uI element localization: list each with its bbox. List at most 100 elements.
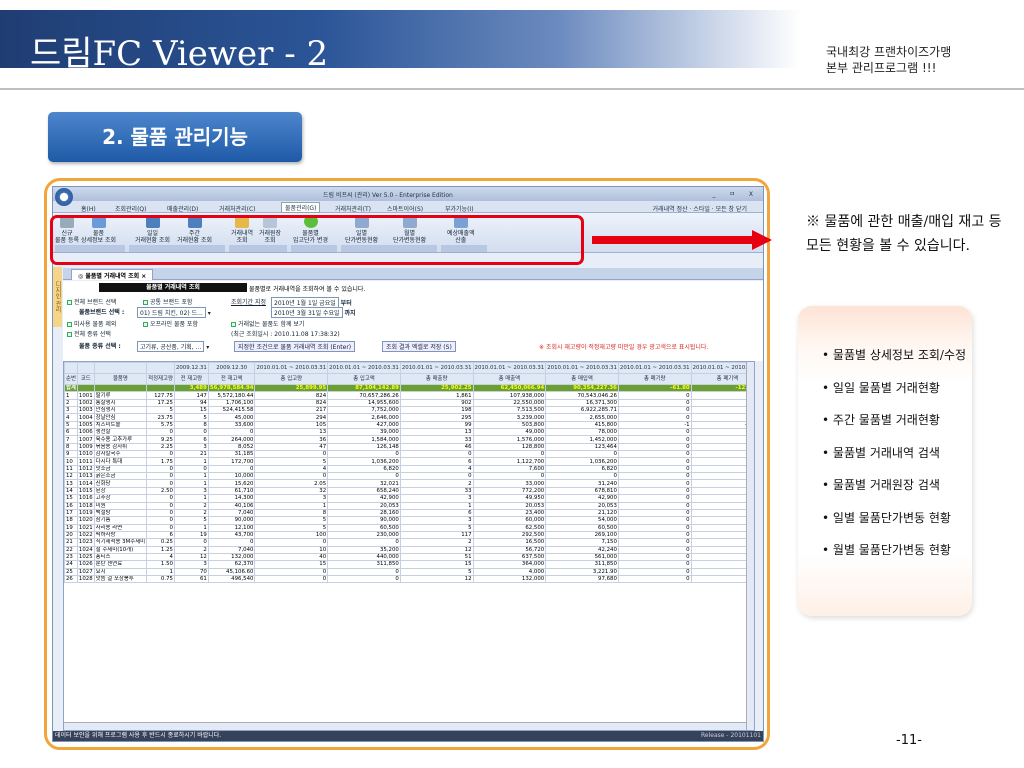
table-row[interactable]: 251027요지17045,106.600054,0003,221.900039… [64,567,754,576]
menu-right-items[interactable]: 거래내역 정산 · 스타일 · 모든 창 닫기 [653,204,747,213]
table-cell: 198 [399,406,474,415]
table-cell: 5,572,180.44 [207,391,256,400]
table-cell: 0 [327,450,401,459]
exclude-unused-checkbox[interactable]: 미사용 물품 제외 [67,319,116,328]
table-cell: 32 [254,486,329,496]
brand-label: 물품브랜드 선택 : [79,309,125,316]
menu-item[interactable]: 거래처관리(T) [335,204,371,213]
table-row[interactable]: 8 1009 볶음용 감자튀 2.25 3 8,052 47 126,148 46 128,800… [64,442,754,452]
table-cell: 1.75 [146,457,175,466]
table-cell: 0 [399,450,474,459]
table-cell: 0 [146,523,175,532]
table-row[interactable]: 10 1011 다시다 특대 1.75 1 172,700 5 1,036,200 6 1,122… [64,457,754,466]
table-cell: 0 [617,457,692,466]
column-header[interactable]: 총 매출액 [472,373,547,385]
table-cell: 78,000 [545,428,619,437]
table-cell: 0 [173,464,209,474]
column-header[interactable]: 총 입고량 [254,373,329,385]
app-logo-icon[interactable] [55,188,73,206]
table-cell: 0 [617,479,692,488]
side-panel-tab[interactable]: 디지인 관리 [53,267,62,327]
export-excel-button[interactable]: 조회 결과 엑셀로 저장 (S) [379,341,456,352]
table-cell: 맛뜸 걸 포장봉투 [93,574,148,584]
column-header[interactable]: 총 매출량 [399,373,474,385]
table-cell: 21,120 [545,508,619,518]
table-cell: 14 [64,486,78,496]
table-cell: 통살생지 [93,398,148,408]
table-row[interactable]: 26 1028 맛뜸 걸 포장봉투 0.75 61 496,540 0 0 12 132,000 9… [64,574,754,584]
column-header[interactable]: 총 매입액 [545,373,619,385]
table-row[interactable]: 20 1022 떡하사랑 6 19 43,700 100 230,000 117 292,500 2… [64,530,754,540]
table-row[interactable]: 151016고추장0114,300342,900349,95042,900001… [64,494,754,503]
table-row[interactable]: 111012맛소금00046,82047,6006,8200011,705 [64,464,754,474]
vertical-scrollbar[interactable] [746,362,754,730]
table-row[interactable]: 19 1021 사리용 라면 0 1 12,100 5 60,500 5 62,500 60,500… [64,523,754,532]
tab-item-trade-history[interactable]: ◎ 물품별 거래내역 조회 × [71,269,154,280]
offline-items-checkbox[interactable]: 오프라인 물품 포함 [143,319,198,328]
table-cell: 415,800 [545,420,619,430]
column-header[interactable]: 순번 [64,373,78,385]
table-row[interactable]: 7 1007 육수용 고추가루 9.25 6 264,000 36 1,584,000 33 1,… [64,435,754,444]
menu-item[interactable]: 매출관리(D) [167,204,198,213]
column-header[interactable]: 총 폐기량 [617,373,692,385]
table-cell: 0 [207,464,256,474]
column-header[interactable]: 적정재고량 [146,373,175,385]
table-row[interactable]: 181020참기름0590,000590,000360,00054,000004… [64,516,754,525]
table-cell: 1009 [76,442,95,452]
table-row[interactable]: 171019백설탕027,040828,160623,40021,1200041… [64,508,754,518]
table-cell: 126,148 [327,442,401,452]
table-row[interactable]: 23 1025 퐁티스 4 12 132,000 40 440,000 51 637,500 561… [64,552,754,562]
menu-item[interactable]: 조회관리(Q) [115,204,147,213]
table-row[interactable]: 24 1026 분탄 센연료 1.50 3 62,370 15 311,850 15 364,00… [64,560,754,569]
table-row[interactable]: 4 1004 장날안심 23.75 5 45,000 294 2,646,000 295 3,23… [64,413,754,422]
table-row[interactable]: 211023식기세척용 3M수세미0.250000216,5007,150004… [64,538,754,547]
table-cell: 5.75 [146,420,175,430]
total-cell: 62,450,066.94 [472,383,547,393]
common-brand-checkbox[interactable]: 공통 브랜드 포함 [143,297,192,306]
table-cell: 20,053 [327,501,401,510]
table-row[interactable]: 121013굵은소금0110,0000000000110,000 [64,472,754,481]
search-button[interactable]: 지정한 조건으로 물품 거래내역 조회 (Enter) [231,341,356,352]
no-trade-items-checkbox[interactable]: 거래없는 물품도 함께 보기 [231,319,304,328]
table-cell: 1,036,200 [545,457,619,466]
column-header[interactable]: 물품명 [93,373,148,385]
table-row[interactable]: 13 1014 신화당 0 1 15,620 2.05 32,021 2 33,000 31,240… [64,479,754,488]
menu-item[interactable]: 거래처관리(C) [219,204,255,213]
table-row[interactable]: 61006생선살0001339,0001349,00078,0000000 [64,428,754,437]
table-cell: 117 [399,530,474,540]
table-row[interactable]: 3 1003 안심생지 5 15 524,415.58 217 7,752,000 198 7,5… [64,406,754,415]
table-cell: 23 [64,552,78,562]
table-row[interactable]: 5 1005 치즈미트볼 5.75 8 33,600 105 427,000 99 503,800… [64,420,754,430]
table-cell: 15 [254,560,329,569]
menu-item[interactable]: 홈(H) [81,204,96,213]
table-row[interactable]: 1 1001 딸기루 127.75 147 5,572,180.44 824 70,657,2… [64,391,754,400]
brand-select[interactable]: 01) 드림 치킨, 02) 드... ▾ [137,307,211,318]
table-row[interactable]: 161018미원0240,106120,053120,05320,0530022… [64,501,754,510]
table-row[interactable]: 22 1024 철 수세미(10개) 1.25 2 7,040 10 35,200 12 56,7… [64,545,754,554]
all-brands-checkbox[interactable]: 전체 브랜드 선택 [67,297,116,306]
table-cell: 0 [327,574,401,584]
all-kinds-checkbox[interactable]: 전체 종류 선택 [67,329,111,338]
window-controls[interactable]: _ ㅁ X [713,189,759,198]
column-header[interactable]: 총 입고액 [327,373,401,385]
table-row[interactable]: 2 1002 통살생지 17.25 94 1,706,100 824 14,955,600 90… [64,398,754,408]
date-header: 2009.12.30 [207,362,256,374]
table-cell: 0 [327,567,401,576]
table-cell: 26 [64,574,78,584]
column-header[interactable]: 코드 [76,373,95,385]
table-row[interactable]: 91010감자칼국수02131,18500000002131,185 [64,450,754,459]
column-header[interactable]: 전 재고액 [207,373,256,385]
column-header[interactable]: 전 재고량 [173,373,209,385]
table-row[interactable]: 14 1015 된장 2.50 3 61,710 32 658,240 33 772,200 678… [64,486,754,496]
title-bar: 드림FC Viewer - 2 [0,10,800,74]
end-date-picker[interactable]: 2010년 3월 31일 수요일 까지 [271,307,356,318]
menu-item[interactable]: 부가기능(I) [445,204,474,213]
table-cell: 311,850 [545,560,619,569]
menu-item-active[interactable]: 물품관리(G) [281,202,321,213]
total-cell: 90,354,227.36 [545,383,619,393]
horizontal-scrollbar[interactable] [64,722,746,730]
kind-select[interactable]: 고기류, 공산품, 기획, ... ▾ [137,341,209,352]
menu-item[interactable]: 스마트이어(S) [387,204,423,213]
table-cell: 0 [617,552,692,562]
table-cell: 0 [207,538,256,547]
